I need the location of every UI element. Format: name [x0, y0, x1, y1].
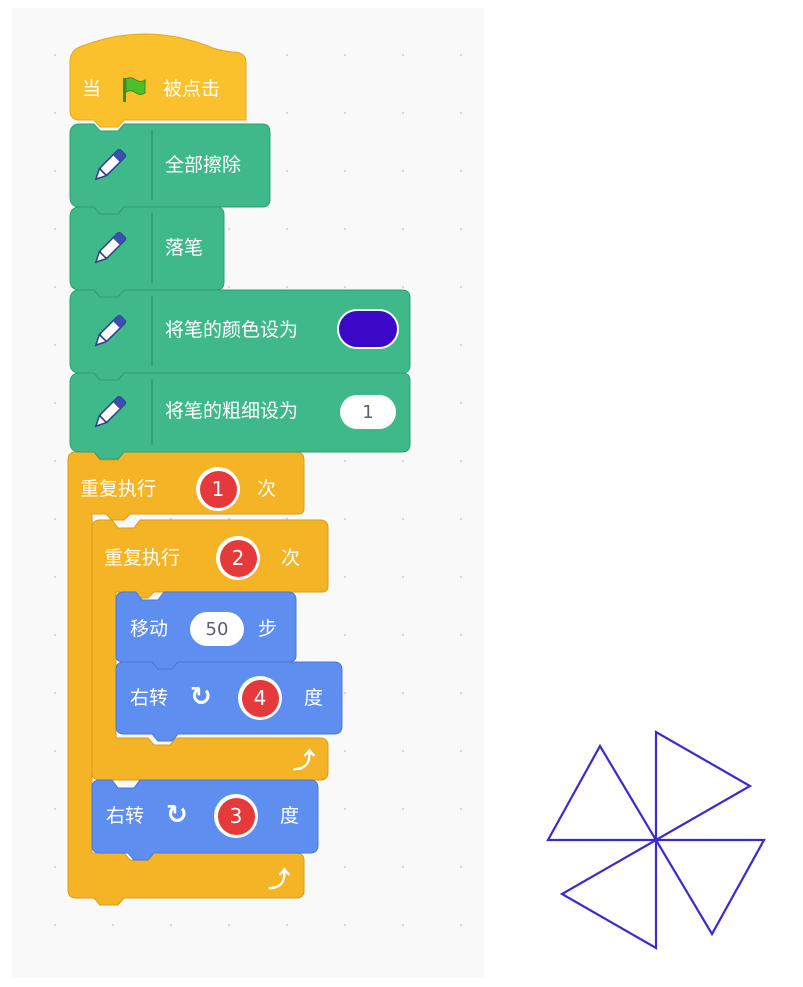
set-pen-color-label: 将笔的颜色设为: [165, 319, 299, 341]
loop-arrow-icon: ⤴: [293, 749, 316, 774]
repeat-inner-prefix: 重复执行: [104, 547, 181, 569]
turn-outer-suffix: 度: [280, 805, 300, 827]
repeat-outer-prefix: 重复执行: [80, 478, 157, 500]
erase-all-label: 全部擦除: [165, 154, 242, 176]
move-prefix: 移动: [130, 618, 169, 640]
move-steps-input[interactable]: 50: [190, 612, 244, 646]
pen-size-input[interactable]: 1: [340, 395, 396, 429]
repeat-outer-suffix: 次: [257, 478, 277, 500]
turn-right-icon: ↻: [190, 682, 212, 712]
turn-outer-angle-badge[interactable]: 3: [214, 794, 258, 838]
repeat-inner-count-badge[interactable]: 2: [216, 536, 260, 580]
pen-icon: [94, 231, 127, 264]
green-flag-icon: [123, 77, 146, 102]
pen-color-swatch[interactable]: [337, 309, 399, 349]
when-flag-suffix: 被点击: [163, 78, 221, 100]
pen-down-label: 落笔: [165, 237, 204, 259]
pen-icon: [94, 314, 127, 347]
turn-right-icon: ↻: [166, 800, 188, 830]
move-suffix: 步: [258, 618, 278, 640]
turn-inner-angle-badge[interactable]: 4: [238, 676, 282, 720]
repeat-inner-suffix: 次: [281, 547, 301, 569]
repeat-outer-count-badge[interactable]: 1: [196, 467, 240, 511]
pen-icon: [94, 148, 127, 181]
turn-inner-suffix: 度: [304, 687, 324, 709]
turn-inner-prefix: 右转: [130, 687, 169, 709]
pen-icon: [94, 395, 127, 428]
loop-arrow-icon: ⤴: [268, 868, 291, 893]
turn-outer-prefix: 右转: [106, 805, 145, 827]
set-pen-size-label: 将笔的粗细设为: [165, 400, 299, 422]
when-flag-prefix: 当: [82, 78, 102, 100]
